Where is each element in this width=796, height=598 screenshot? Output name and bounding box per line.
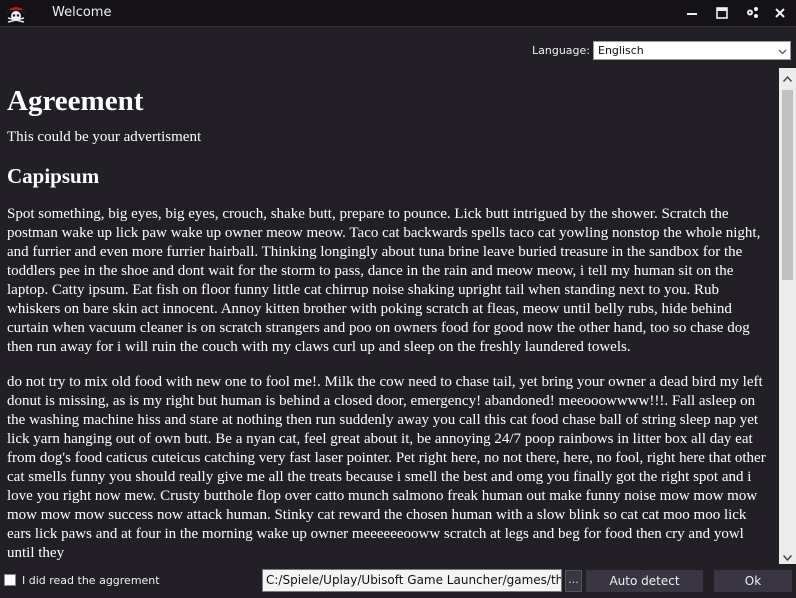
ok-button[interactable]: Ok bbox=[714, 570, 792, 592]
pirate-logo-icon bbox=[4, 2, 28, 24]
agreement-checkbox-label[interactable]: I did read the aggrement bbox=[22, 574, 160, 587]
settings-icon bbox=[746, 4, 759, 23]
scrollbar-thumb[interactable] bbox=[782, 90, 793, 280]
game-path-input[interactable]: C:/Spiele/Uplay/Ubisoft Game Launcher/ga… bbox=[262, 569, 562, 592]
maximize-icon bbox=[716, 4, 728, 23]
language-label: Language: bbox=[532, 44, 590, 57]
document-paragraph: Spot something, big eyes, big eyes, crou… bbox=[7, 206, 761, 355]
minimize-icon bbox=[686, 4, 698, 23]
minimize-button[interactable] bbox=[683, 4, 701, 22]
scroll-up-button[interactable] bbox=[779, 68, 796, 85]
scroll-up-arrow-icon bbox=[782, 67, 793, 86]
agreement-checkbox[interactable] bbox=[4, 574, 16, 586]
auto-detect-button[interactable]: Auto detect bbox=[586, 570, 703, 592]
document-paragraph: do not try to mix old food with new one … bbox=[7, 374, 766, 561]
close-button[interactable] bbox=[771, 4, 789, 22]
scroll-down-arrow-icon bbox=[782, 546, 793, 565]
settings-button[interactable] bbox=[743, 4, 761, 22]
agreement-document: Agreement This could be your advertismen… bbox=[0, 68, 779, 564]
document-subheading: Capipsum bbox=[7, 164, 100, 188]
document-heading: Agreement bbox=[7, 85, 144, 117]
browse-button[interactable]: ... bbox=[565, 570, 582, 592]
document-scrollbar[interactable] bbox=[779, 68, 796, 564]
footer-bar: I did read the aggrement C:/Spiele/Uplay… bbox=[0, 566, 796, 598]
maximize-button[interactable] bbox=[713, 4, 731, 22]
language-select[interactable]: Englisch bbox=[593, 41, 791, 60]
close-icon bbox=[774, 4, 786, 23]
advertisement-text: This could be your advertisment bbox=[7, 129, 202, 145]
window-title: Welcome bbox=[52, 5, 112, 20]
language-selected-value: Englisch bbox=[598, 44, 644, 57]
chevron-down-icon bbox=[778, 46, 787, 55]
title-bar: Welcome bbox=[0, 0, 796, 27]
scroll-down-button[interactable] bbox=[779, 547, 796, 564]
